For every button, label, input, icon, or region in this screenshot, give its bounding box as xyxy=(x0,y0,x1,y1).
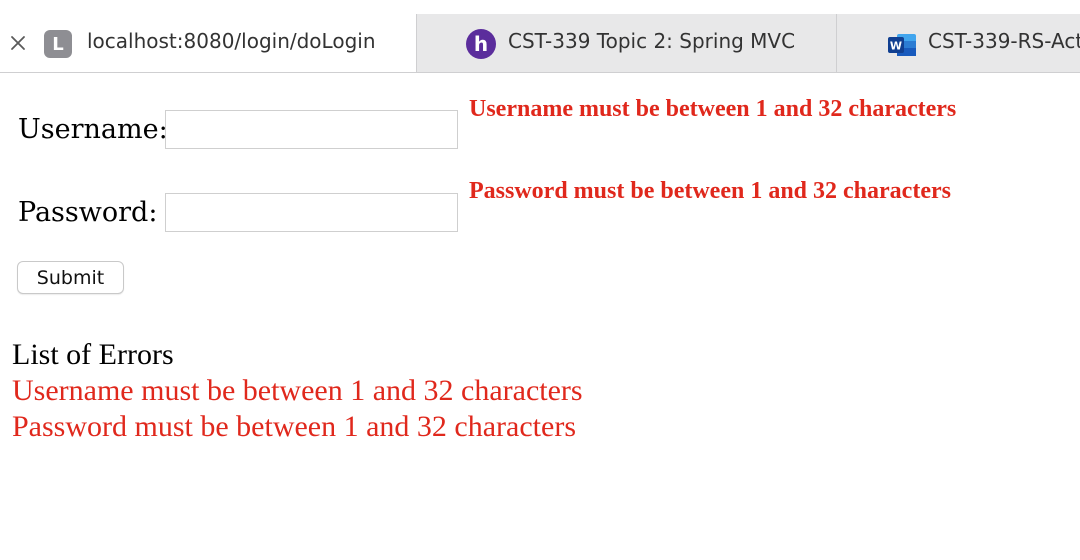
submit-button[interactable]: Submit xyxy=(17,261,124,294)
tab-title: CST-339 Topic 2: Spring MVC xyxy=(508,29,796,53)
tab-title: localhost:8080/login/doLogin xyxy=(87,29,376,53)
password-error-message: Password must be between 1 and 32 charac… xyxy=(469,178,951,204)
favicon-letter: L xyxy=(52,33,64,55)
tab-cst339-topic2[interactable]: h CST-339 Topic 2: Spring MVC xyxy=(417,14,837,72)
password-label: Password: xyxy=(18,197,158,228)
error-list-item: Password must be between 1 and 32 charac… xyxy=(12,410,576,443)
password-input[interactable] xyxy=(165,193,458,232)
error-list-item: Username must be between 1 and 32 charac… xyxy=(12,374,583,407)
browser-tab-strip: L localhost:8080/login/doLogin h CST-339… xyxy=(0,14,1080,73)
username-label: Username: xyxy=(18,114,168,145)
favicon-letter: h xyxy=(473,32,489,56)
tab-localhost-login[interactable]: L localhost:8080/login/doLogin xyxy=(0,14,417,72)
username-input[interactable] xyxy=(165,110,458,149)
word-doc-icon: W xyxy=(888,34,916,56)
svg-text:W: W xyxy=(890,40,902,53)
error-list-title: List of Errors xyxy=(12,338,174,371)
close-icon[interactable] xyxy=(8,33,28,53)
tab-title: CST-339-RS-Activity xyxy=(928,29,1080,53)
letter-l-favicon-icon: L xyxy=(44,30,72,58)
h-circle-favicon-icon: h xyxy=(466,29,496,59)
tab-cst339-rs-activity[interactable]: W CST-339-RS-Activity xyxy=(837,14,1080,72)
username-error-message: Username must be between 1 and 32 charac… xyxy=(469,96,957,122)
